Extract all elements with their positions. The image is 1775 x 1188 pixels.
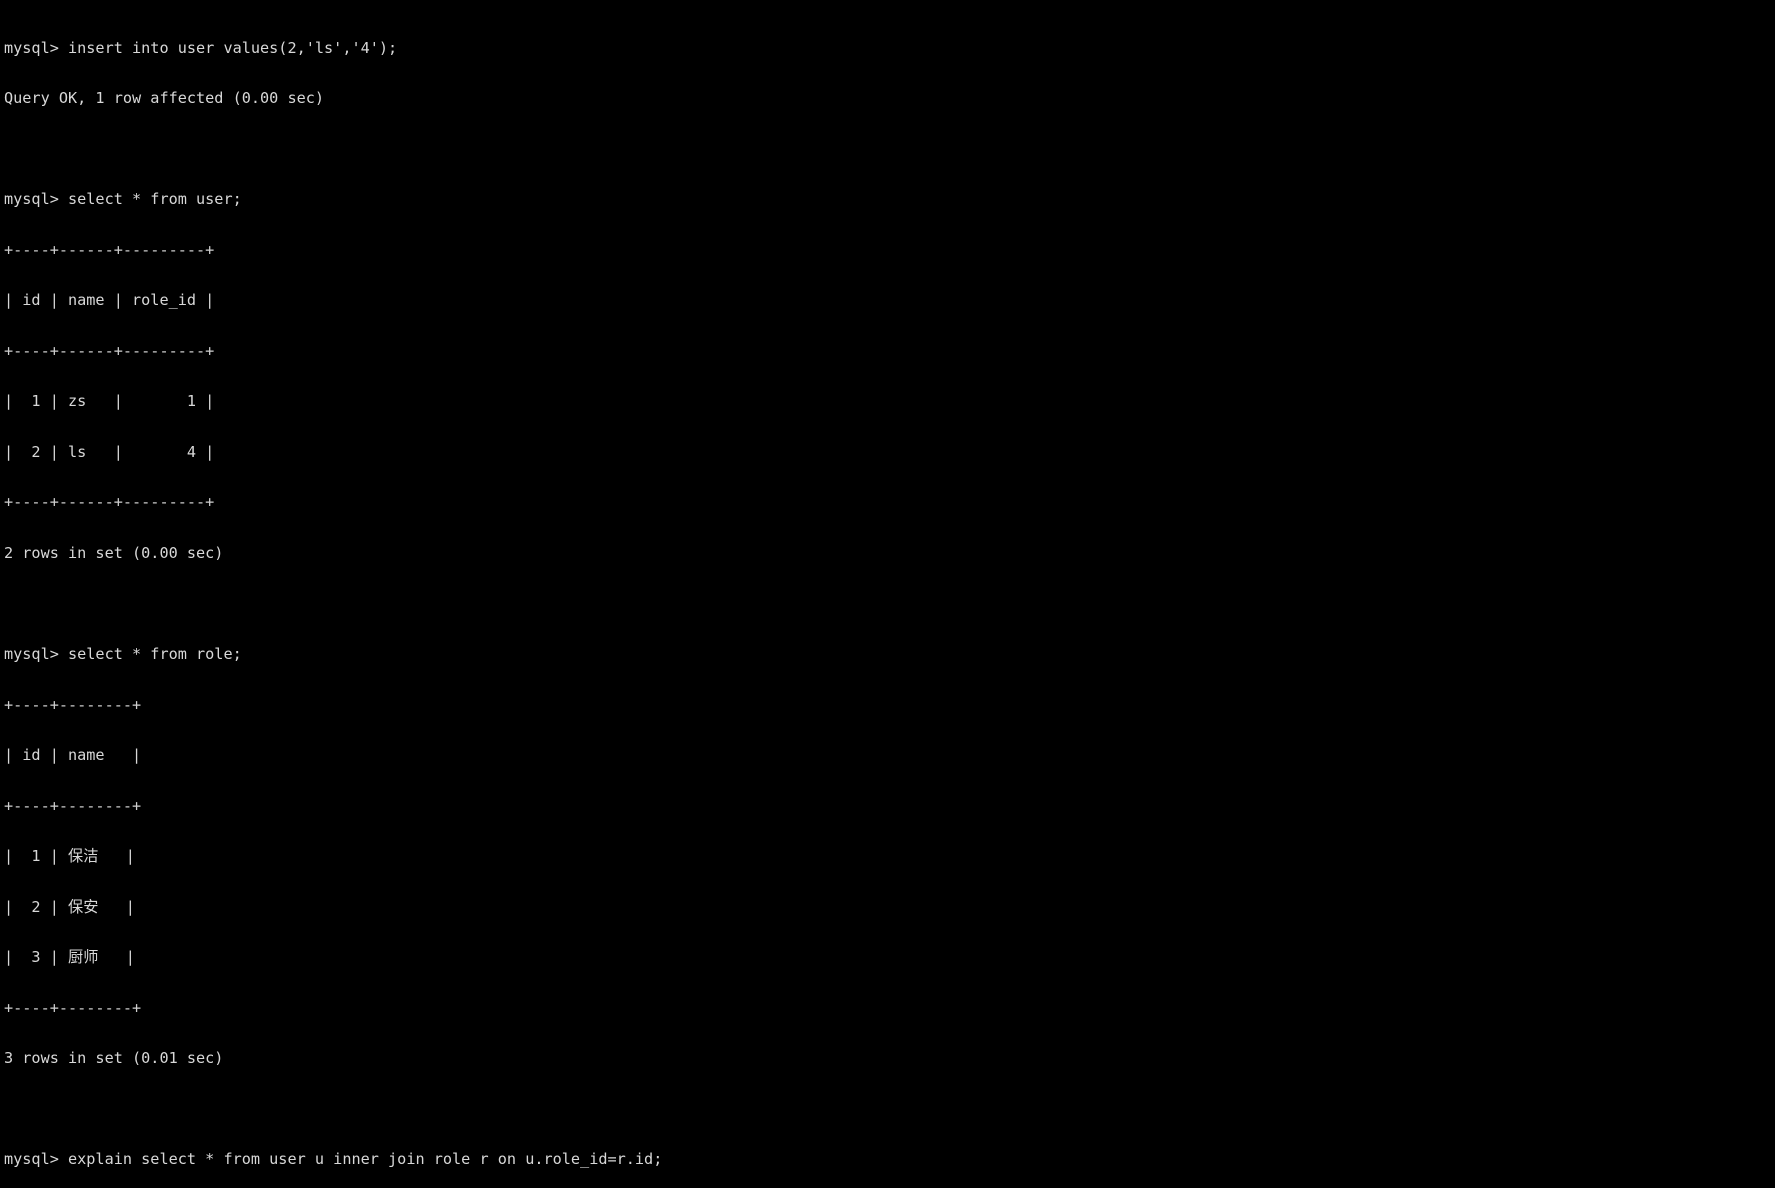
terminal-line: | id | name | <box>4 746 142 765</box>
terminal-line: | id | name | role_id | <box>4 291 215 310</box>
terminal-line: +----+------+---------+ <box>4 240 215 259</box>
terminal-line: +----+------+---------+ <box>4 493 215 512</box>
terminal-line: | 3 | 厨师 | <box>4 948 135 967</box>
terminal-line: mysql> select * from role; <box>4 645 242 664</box>
terminal-screen[interactable]: mysql> insert into user values(2,'ls','4… <box>0 0 1775 1168</box>
terminal-line: 2 rows in set (0.00 sec) <box>4 544 224 562</box>
terminal-line: 3 rows in set (0.01 sec) <box>4 1049 224 1068</box>
terminal-line: | 2 | ls | 4 | <box>4 442 215 461</box>
terminal-line: mysql> insert into user values(2,'ls','4… <box>4 38 398 57</box>
terminal-line: +----+--------+ <box>4 998 142 1017</box>
terminal-line: +----+--------+ <box>4 796 142 815</box>
terminal-line: mysql> select * from user; <box>4 190 242 209</box>
terminal-line: | 1 | 保洁 | <box>4 847 135 866</box>
terminal-line: | 2 | 保安 | <box>4 897 135 916</box>
terminal-line: | 1 | zs | 1 | <box>4 392 215 411</box>
terminal-line: +----+--------+ <box>4 695 142 714</box>
terminal-line: +----+------+---------+ <box>4 341 215 360</box>
terminal-line: Query OK, 1 row affected (0.00 sec) <box>4 89 325 108</box>
terminal-line: mysql> explain select * from user u inne… <box>4 1150 663 1169</box>
